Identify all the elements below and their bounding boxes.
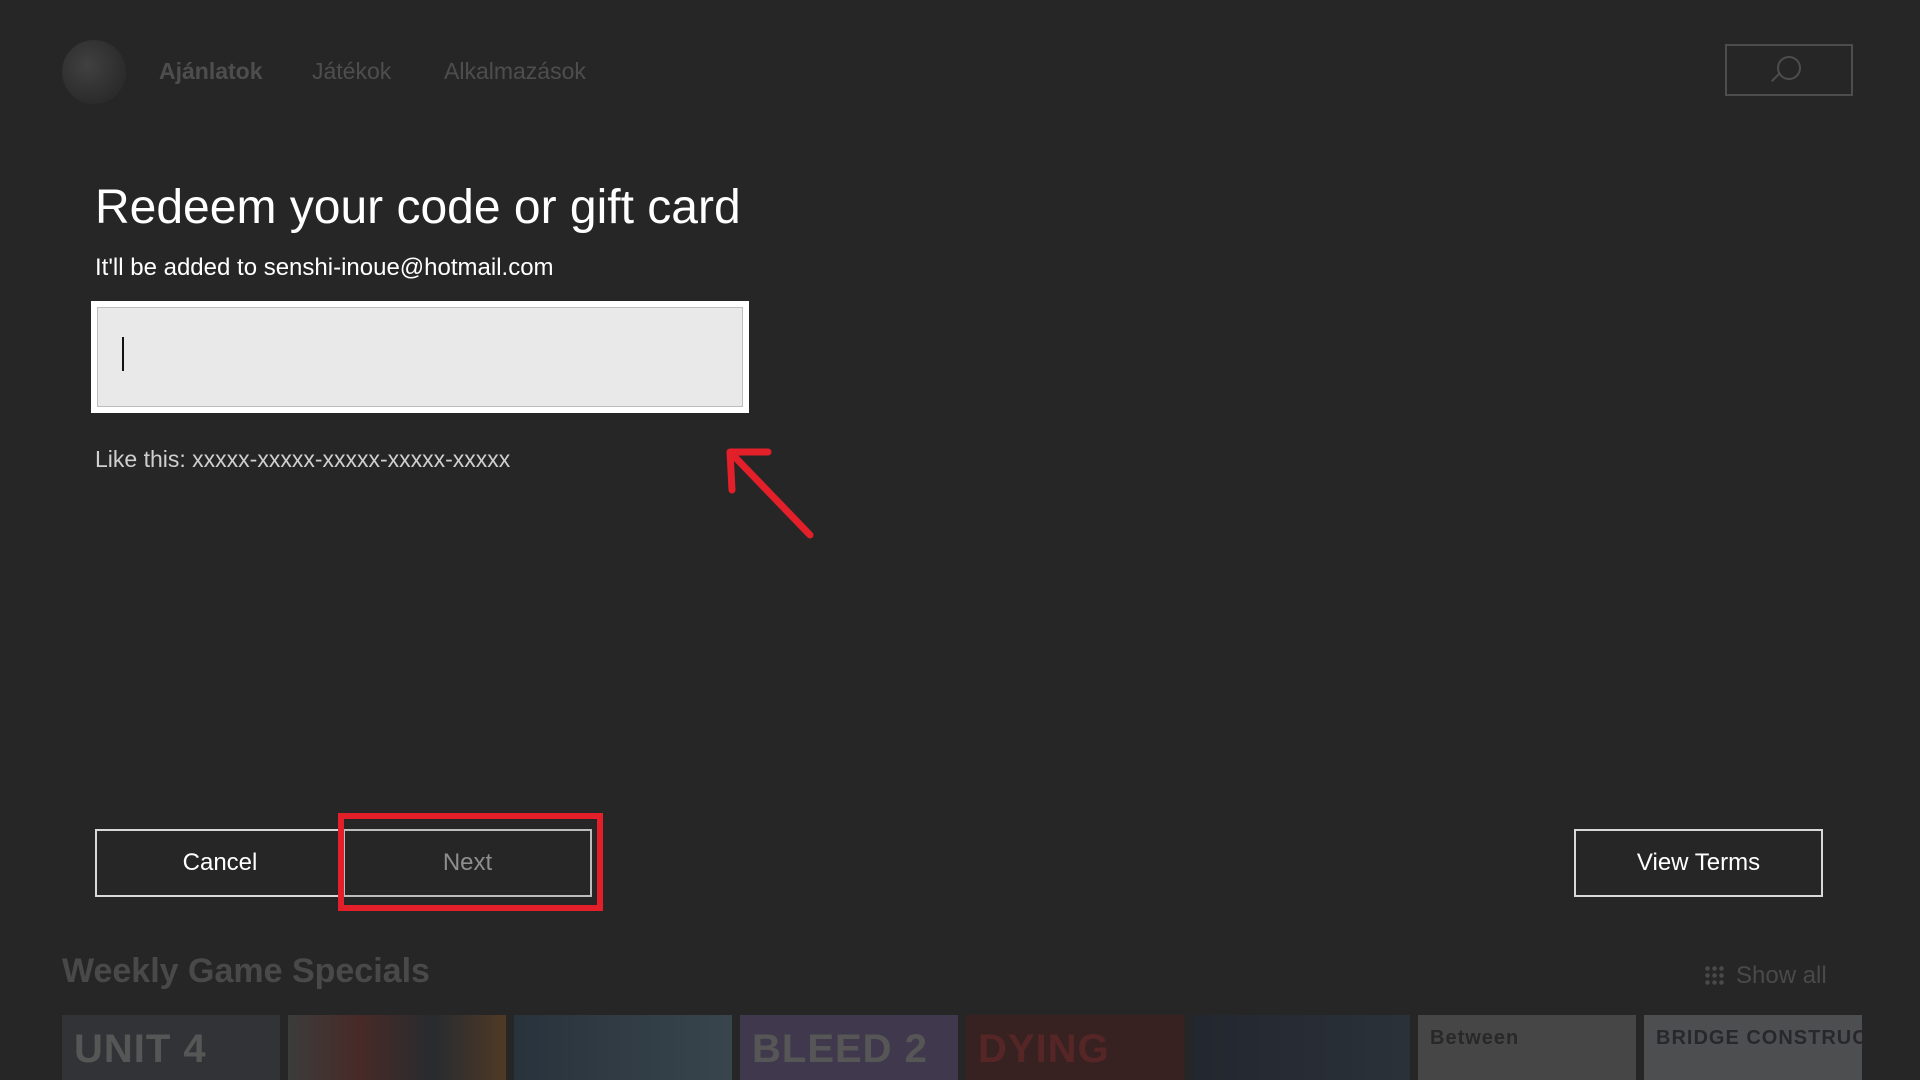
game-tile: Between bbox=[1418, 1015, 1636, 1080]
game-tiles-row: UNIT 4 BLEED 2 DYING Between BRIDGE CONS… bbox=[62, 1015, 1862, 1080]
tile-label: DYING bbox=[978, 1027, 1110, 1071]
tile-label: Between bbox=[1430, 1027, 1520, 1049]
game-tile bbox=[288, 1015, 506, 1080]
store-nav-background: Ajánlatok Játékok Alkalmazások bbox=[62, 38, 1862, 108]
avatar bbox=[62, 40, 126, 104]
code-format-hint: Like this: xxxxx-xxxxx-xxxxx-xxxxx-xxxxx bbox=[95, 446, 511, 472]
search-button bbox=[1725, 44, 1853, 96]
tile-label: BRIDGE CONSTRUCTOR bbox=[1656, 1027, 1862, 1049]
code-input-focus-frame bbox=[91, 301, 749, 413]
tab-apps: Alkalmazások bbox=[444, 58, 586, 84]
tile-label: BLEED 2 bbox=[752, 1027, 928, 1071]
view-terms-button[interactable]: View Terms bbox=[1574, 829, 1823, 897]
show-all-link: Show all bbox=[1704, 962, 1827, 990]
show-all-label: Show all bbox=[1736, 962, 1827, 989]
annotation-highlight-box bbox=[338, 813, 603, 911]
account-subtitle: It'll be added to senshi-inoue@hotmail.c… bbox=[95, 254, 554, 281]
page-title: Redeem your code or gift card bbox=[95, 181, 741, 234]
game-tile: BLEED 2 bbox=[740, 1015, 958, 1080]
tab-offers: Ajánlatok bbox=[159, 58, 263, 84]
tab-games: Játékok bbox=[312, 58, 392, 84]
game-tile: UNIT 4 bbox=[62, 1015, 280, 1080]
cancel-button[interactable]: Cancel bbox=[95, 829, 345, 897]
game-tile: BRIDGE CONSTRUCTOR bbox=[1644, 1015, 1862, 1080]
text-caret bbox=[122, 337, 124, 371]
annotation-arrow-icon bbox=[726, 448, 814, 539]
game-tile bbox=[1192, 1015, 1410, 1080]
section-title: Weekly Game Specials bbox=[62, 952, 430, 990]
grid-icon bbox=[1704, 965, 1724, 985]
search-icon bbox=[1777, 56, 1801, 80]
game-tile bbox=[514, 1015, 732, 1080]
tile-label: UNIT 4 bbox=[74, 1027, 207, 1071]
code-input[interactable] bbox=[97, 307, 743, 407]
redeem-code-screen: Ajánlatok Játékok Alkalmazások Weekly Ga… bbox=[0, 0, 1920, 1080]
game-tile: DYING bbox=[966, 1015, 1184, 1080]
